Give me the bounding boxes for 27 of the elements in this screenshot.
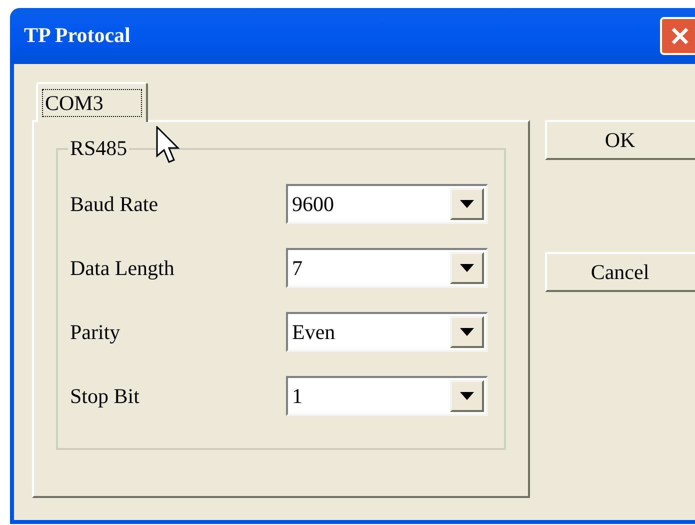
- dropdown-arrow-button[interactable]: [450, 316, 484, 348]
- dropdown-value: Even: [291, 318, 336, 346]
- mouse-pointer-icon: [156, 126, 180, 164]
- dropdown-field[interactable]: Even: [286, 312, 488, 352]
- caret-icon: [460, 264, 474, 272]
- caret-icon: [460, 392, 474, 400]
- field-label: Stop Bit: [70, 386, 140, 406]
- close-button[interactable]: [660, 17, 695, 55]
- dropdown-field[interactable]: 9600: [286, 184, 488, 224]
- caret-icon: [460, 328, 474, 336]
- dropdown-arrow-button[interactable]: [450, 252, 484, 284]
- field-label: Data Length: [70, 258, 176, 278]
- tab[interactable]: COM3: [36, 82, 148, 122]
- dialog-button[interactable]: Cancel: [545, 252, 695, 292]
- close-icon: [670, 26, 690, 46]
- field-label: Parity: [70, 322, 122, 342]
- dropdown-arrow-button[interactable]: [450, 380, 484, 412]
- caret-icon: [460, 200, 474, 208]
- dialog-button[interactable]: OK: [545, 120, 695, 160]
- dropdown-value: 9600: [291, 190, 335, 218]
- dropdown-value: 7: [291, 254, 304, 282]
- window-title: TP Protocal: [24, 22, 132, 50]
- dropdown-arrow-button[interactable]: [450, 188, 484, 220]
- dropdown-field[interactable]: 1: [286, 376, 488, 416]
- dropdown-value: 1: [291, 382, 304, 410]
- dropdown-field[interactable]: 7: [286, 248, 488, 288]
- field-label: Baud Rate: [70, 194, 160, 214]
